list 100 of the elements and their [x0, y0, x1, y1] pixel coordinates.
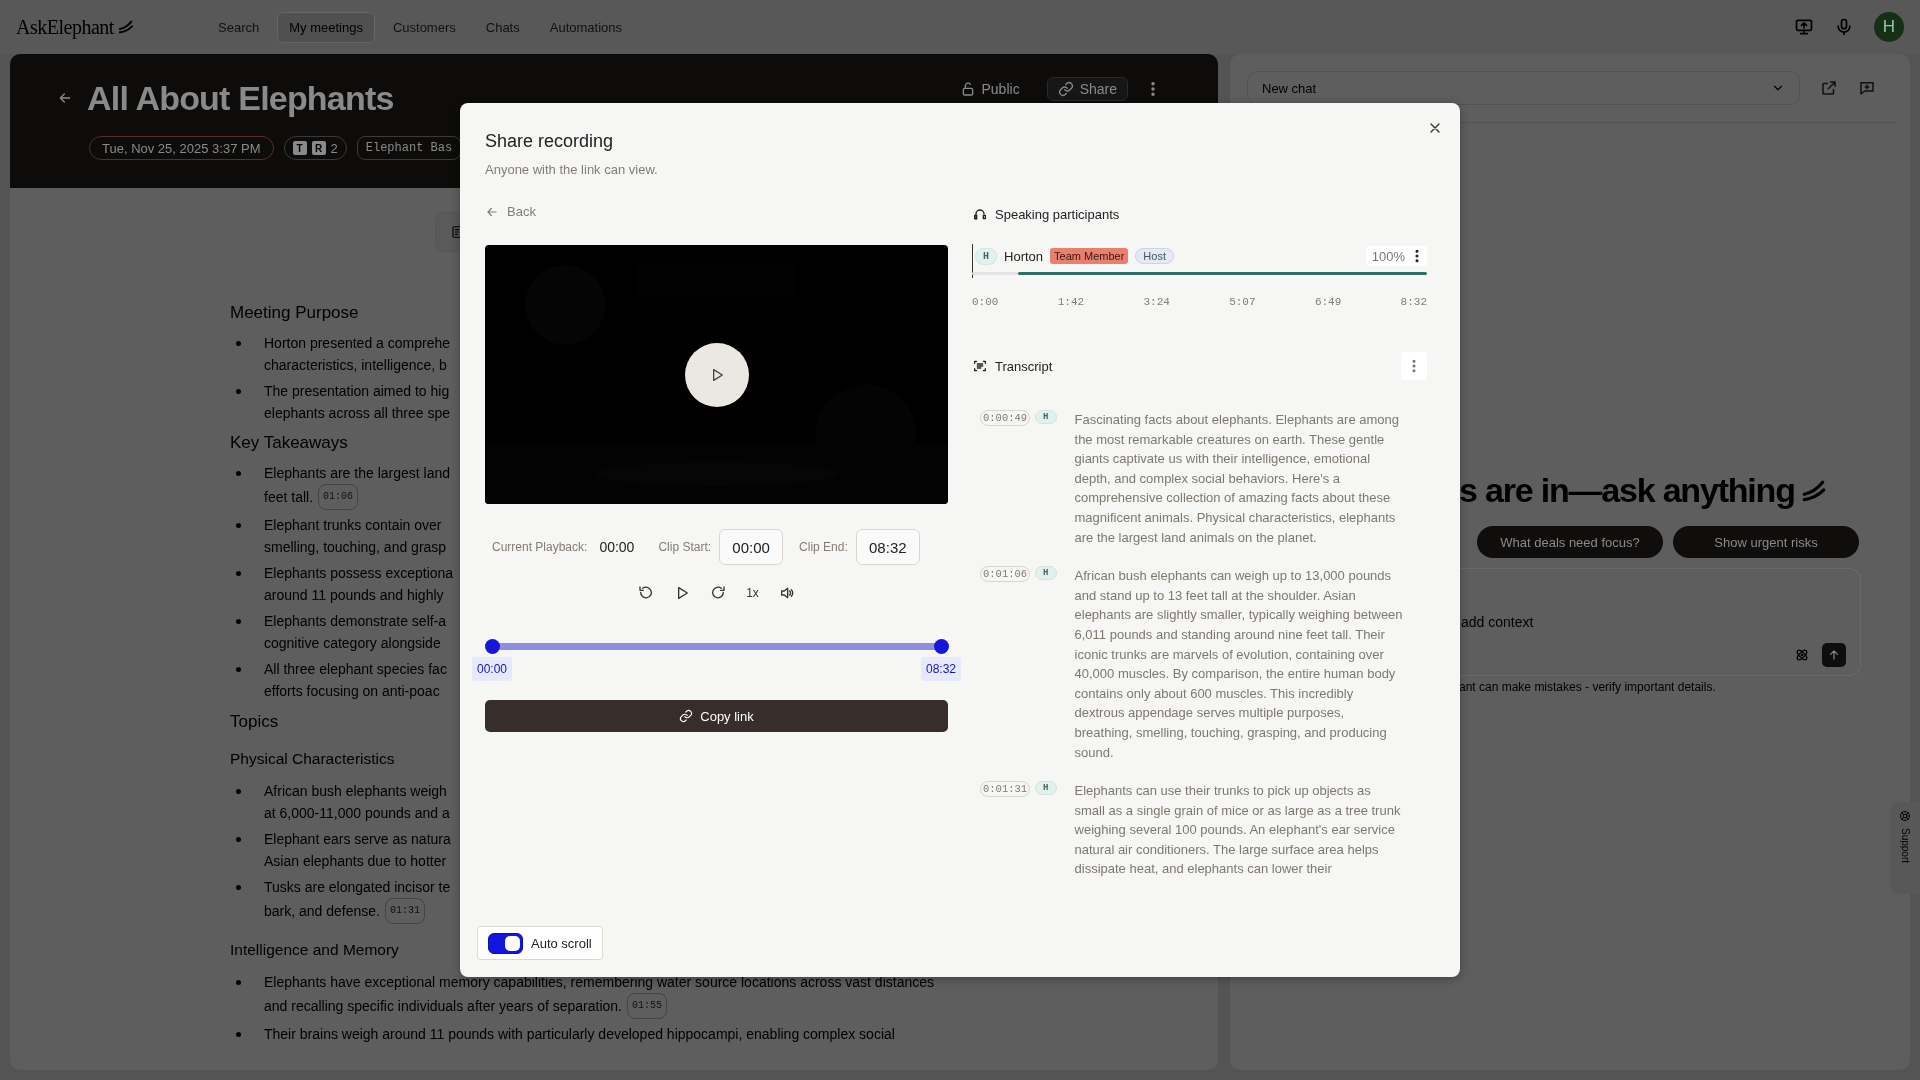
user-avatar[interactable]: H	[1874, 12, 1904, 42]
section-title: Speaking participants	[995, 206, 1120, 222]
bullet-dot	[236, 523, 241, 528]
arrow-up-icon	[1827, 648, 1841, 662]
participant-avatar: T	[292, 141, 307, 155]
field-label: Clip End:	[799, 540, 848, 554]
participant-tag: Team Member	[1050, 248, 1129, 264]
bullet-dot	[236, 619, 241, 624]
timeline-tick: 8:32	[1400, 296, 1427, 308]
bullet-dot	[236, 389, 241, 394]
field-label: Clip Start:	[658, 540, 712, 554]
participant-tag: Host	[1135, 248, 1174, 264]
timeline-tick: 5:07	[1229, 296, 1256, 308]
speaker-badge: H	[1035, 566, 1057, 581]
subsection-heading: Physical Characteristics	[230, 749, 395, 769]
note-text: around 11 pounds and highly	[264, 586, 444, 605]
note-text: All three elephant species fac	[264, 660, 447, 679]
link-icon	[1057, 81, 1074, 97]
nav-tab[interactable]: Automations	[537, 11, 634, 43]
note-text: Asian elephants due to hotter	[264, 852, 447, 871]
timestamp-chip[interactable]: 01:55	[627, 993, 667, 1019]
note-text: Tusks are elongated incisor te	[264, 878, 451, 897]
transcript-text: Elephants can use their trunks to pick up objects as small as a single grain of mice or as large as a tree trunk weighing several 100 pounds. An elephant's ear service natural air conditioners. The large surface area helps dissipate heat, and elephants can lower their	[1074, 782, 1402, 879]
transcript-text: African bush elephants can weigh up to 13,000 pounds and stand up to 13 feet tall at the shoulder. Asian elephants are slightly smaller, typically weighing between 6,011 pounds and standing around nine feet tall. Their iconic trunks are marvels of evolution, containing over 40,000 muscles. By comparison, the entire human body contains only about 600 muscles. This incredibly dextrous appendage serves multiple purposes, breathing, smelling, touching, grasping, and producing sound.	[1074, 567, 1404, 762]
atom-icon[interactable]	[1794, 647, 1810, 663]
timeline-tick: 3:24	[1143, 296, 1170, 308]
section-heading: Meeting Purpose	[230, 302, 359, 324]
note-text: Elephant trunks contain over	[264, 516, 442, 535]
chat-headline: s are in—ask anything	[1459, 471, 1795, 510]
handle-time-label: 00:00	[472, 657, 512, 681]
bullet-dot	[236, 980, 241, 985]
note-text: Elephants possess exceptiona	[264, 564, 454, 583]
note-text: Horton presented a comprehe	[264, 334, 450, 353]
note-text: elephants across all three spe	[264, 404, 450, 423]
dialog-subtitle: Anyone with the link can view.	[485, 162, 659, 177]
public-button[interactable]: Public	[948, 77, 1031, 101]
timestamp-chip[interactable]: 01:31	[385, 898, 425, 924]
note-text: bark, and defense.	[264, 902, 380, 921]
suggestion-chip[interactable]: Show urgent risks	[1673, 526, 1859, 558]
note-text: efforts focusing on anti-poac	[264, 682, 440, 701]
disclaimer-text: ant can make mistakes - verify important details.	[1459, 680, 1717, 694]
nav-tab[interactable]: Customers	[380, 11, 468, 43]
section-title: Transcript	[995, 358, 1053, 374]
participant-name: Horton	[1004, 248, 1044, 264]
screen-share-icon[interactable]	[1794, 17, 1814, 37]
share-menu[interactable]: 100%	[1365, 246, 1427, 266]
rewind-icon[interactable]	[638, 585, 655, 601]
copy-link-button[interactable]: Copy link	[485, 700, 948, 732]
link-icon	[679, 709, 694, 723]
new-chat-icon[interactable]	[1858, 79, 1876, 97]
note-text: The presentation aimed to hig	[264, 382, 450, 401]
note-text: cognitive category alongside	[264, 634, 441, 653]
clip-end-field[interactable]: 08:32	[855, 529, 920, 565]
bullet-dot	[236, 789, 241, 794]
bullet-dot	[236, 885, 241, 890]
range-handle[interactable]	[485, 639, 500, 654]
bullet-dot	[236, 341, 241, 346]
note-text: characteristics, intelligence, b	[264, 356, 447, 375]
note-text: Their brains weigh around 11 pounds with particularly developed hippocampi, enabling complex social	[264, 1025, 895, 1044]
section-heading: Topics	[230, 711, 279, 733]
handle-time-label: 08:32	[921, 657, 961, 681]
bullet-dot	[236, 1032, 241, 1037]
external-link-icon[interactable]	[1820, 79, 1838, 97]
subsection-heading: Intelligence and Memory	[230, 940, 399, 960]
support-tab[interactable]: Support	[1890, 802, 1920, 894]
chat-input-field[interactable]: add context	[1459, 614, 1759, 630]
note-text: Elephants demonstrate self-a	[264, 612, 447, 631]
speaker-badge: H	[1035, 781, 1057, 796]
timestamp-chip[interactable]: 01:06	[318, 484, 359, 510]
back-arrow-icon[interactable]	[57, 90, 73, 106]
note-text: smelling, touching, and grasp	[264, 538, 447, 557]
send-button[interactable]	[1822, 643, 1846, 667]
timeline-tick: 6:49	[1314, 296, 1342, 308]
field-label: Current Playback:	[492, 540, 588, 554]
bullet-dot	[236, 837, 241, 842]
playback-time: 00:00	[599, 539, 635, 555]
nav-tab[interactable]: My meetings	[277, 11, 375, 43]
transcript-text: Fascinating facts about elephants. Elephants are among the most remarkable creatures on earth. These gentle giants captivate us with their intelligence, emotional depth, and complex social behaviors. Here's a comprehensive collection of amazing facts about these magnificent animals. Physical characteristics, elephants are the largest land animals on the planet.	[1074, 411, 1400, 547]
section-heading: Key Takeaways	[230, 432, 348, 454]
microphone-icon[interactable]	[1834, 17, 1854, 37]
auto-scroll-toggle[interactable]: Auto scroll	[477, 926, 603, 960]
forward-icon[interactable]	[710, 585, 727, 601]
dialog-title: Share recording	[485, 131, 615, 152]
note-text: Elephants are the largest land	[264, 464, 450, 483]
toggle-switch[interactable]	[488, 932, 523, 954]
suggestion-chip[interactable]: What deals need focus?	[1477, 526, 1663, 558]
note-text: Elephants have exceptional memory capabilities, remembering water source locations across vast distances	[264, 973, 934, 992]
note-text: at 6,000-11,000 pounds and a	[264, 804, 450, 823]
logo-text: AskElephant	[16, 15, 114, 39]
back-link[interactable]: Back	[485, 204, 536, 219]
nav-tab[interactable]: Search	[206, 11, 272, 43]
volume-icon[interactable]	[778, 585, 795, 601]
meeting-title: All About Elephants	[87, 78, 394, 118]
note-text: feet tall.	[264, 488, 314, 507]
nav-tab[interactable]: Chats	[473, 11, 532, 43]
speed-button[interactable]: 1x	[746, 586, 759, 600]
bullet-dot	[236, 571, 241, 576]
share-button[interactable]: Share	[1046, 77, 1128, 101]
clip-start-field[interactable]: 00:00	[719, 529, 784, 565]
range-handle[interactable]	[934, 639, 949, 654]
